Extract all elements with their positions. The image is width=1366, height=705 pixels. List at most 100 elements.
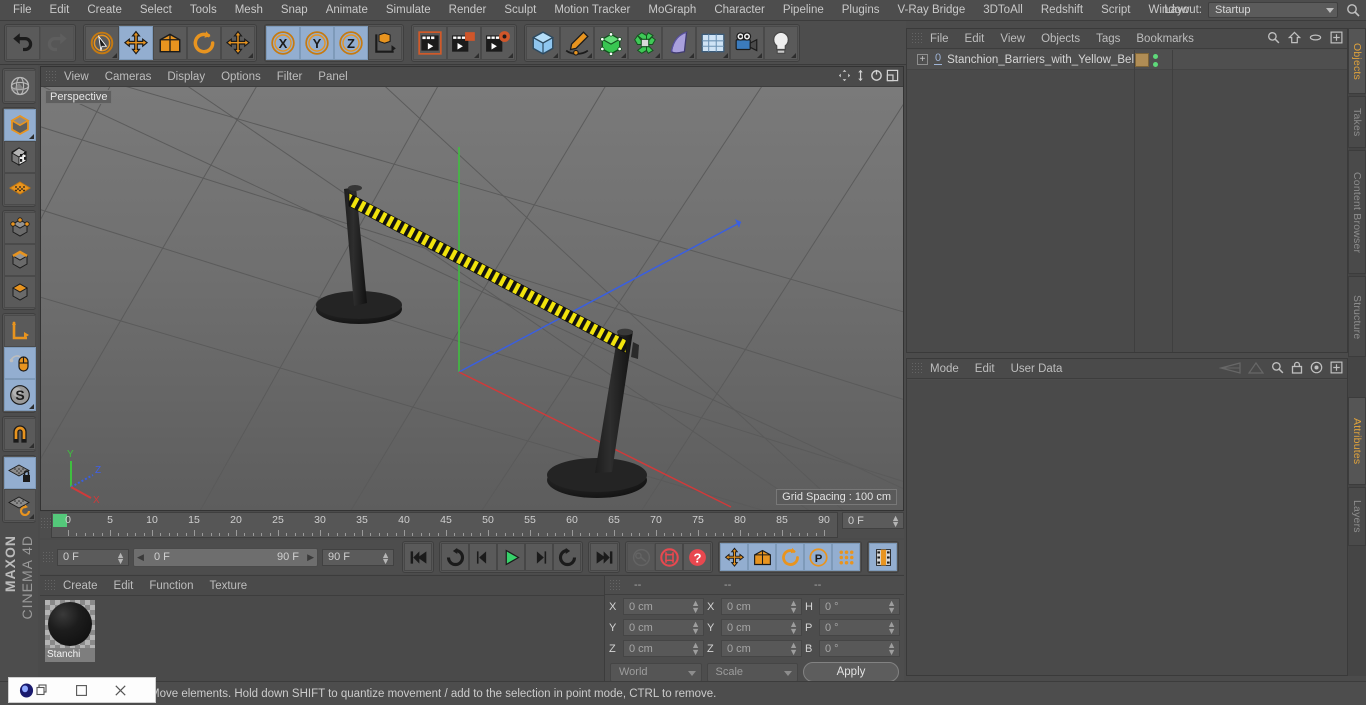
object-row[interactable]: + 0 Stanchion_Barriers_with_Yellow_Belt bbox=[907, 50, 1347, 70]
menu-sculpt[interactable]: Sculpt bbox=[495, 0, 545, 21]
attribute-body[interactable] bbox=[907, 380, 1347, 675]
world-object-axis-toggle[interactable] bbox=[368, 25, 402, 60]
more-options-corner-icon[interactable] bbox=[29, 404, 34, 409]
material-list[interactable]: Stanchi bbox=[40, 596, 604, 690]
coord-rotation-field-0[interactable]: 0 ° ▲ ▼ bbox=[819, 598, 900, 615]
right-tab-structure[interactable]: Structure bbox=[1348, 276, 1366, 358]
model-mode-tool[interactable] bbox=[4, 109, 36, 141]
maximize-view-icon[interactable] bbox=[886, 69, 899, 82]
make-editable-tool[interactable] bbox=[4, 70, 36, 102]
move-axis-tool[interactable] bbox=[221, 25, 255, 60]
coord-size-field-2[interactable]: 0 cm ▲ ▼ bbox=[721, 640, 802, 657]
add-mograph-button[interactable] bbox=[628, 25, 662, 60]
enable-axis-tool[interactable] bbox=[4, 347, 36, 379]
target-icon[interactable] bbox=[1310, 361, 1323, 374]
panel-grip-icon[interactable] bbox=[40, 517, 51, 530]
menu-select[interactable]: Select bbox=[131, 0, 181, 21]
menu-mograph[interactable]: MoGraph bbox=[639, 0, 705, 21]
more-options-corner-icon[interactable] bbox=[587, 52, 592, 58]
panel-grip-icon[interactable] bbox=[609, 578, 620, 592]
add-generator-button[interactable] bbox=[594, 25, 628, 60]
key-rotation-button[interactable] bbox=[776, 543, 804, 571]
menu-character[interactable]: Character bbox=[705, 0, 774, 21]
go-to-end-button[interactable] bbox=[590, 543, 618, 571]
new-tab-icon[interactable] bbox=[1330, 31, 1343, 44]
render-region-button[interactable] bbox=[447, 25, 481, 60]
dolly-view-icon[interactable] bbox=[854, 69, 867, 82]
more-options-corner-icon[interactable] bbox=[508, 52, 513, 58]
coordinate-system-dropdown[interactable]: World bbox=[610, 662, 702, 682]
viewport-menu-view[interactable]: View bbox=[56, 67, 97, 87]
add-spline-button[interactable] bbox=[560, 25, 594, 60]
spinner-icon[interactable]: ▲ ▼ bbox=[116, 550, 125, 565]
object-menu-file[interactable]: File bbox=[922, 29, 957, 49]
object-menu-tags[interactable]: Tags bbox=[1088, 29, 1128, 49]
add-camera-button[interactable] bbox=[730, 25, 764, 60]
object-menu-view[interactable]: View bbox=[992, 29, 1033, 49]
object-name[interactable]: Stanchion_Barriers_with_Yellow_Belt bbox=[947, 54, 1137, 66]
coord-size-field-1[interactable]: 0 cm ▲ ▼ bbox=[721, 619, 802, 636]
menu-3dtoall[interactable]: 3DToAll bbox=[974, 0, 1032, 21]
coord-rotation-field-2[interactable]: 0 ° ▲ ▼ bbox=[819, 640, 900, 657]
menu-mesh[interactable]: Mesh bbox=[226, 0, 272, 21]
layout-dropdown[interactable]: Startup bbox=[1208, 2, 1338, 18]
spinner-icon[interactable]: ▲ ▼ bbox=[789, 620, 798, 636]
key-position-button[interactable] bbox=[720, 543, 748, 571]
overlay-window[interactable] bbox=[8, 677, 156, 703]
menu-snap[interactable]: Snap bbox=[272, 0, 317, 21]
new-tab-icon[interactable] bbox=[1330, 361, 1343, 374]
visibility-dots-icon[interactable] bbox=[1153, 53, 1158, 67]
viewport-menu-panel[interactable]: Panel bbox=[310, 67, 355, 87]
right-tab-takes[interactable]: Takes bbox=[1348, 96, 1366, 149]
timeline-current-frame-field[interactable]: 0 F ▲ ▼ bbox=[842, 512, 904, 529]
move-tool[interactable] bbox=[119, 25, 153, 60]
y-axis-lock[interactable]: Y bbox=[300, 25, 334, 60]
viewport-menu-options[interactable]: Options bbox=[213, 67, 269, 87]
preview-range-bar[interactable]: ◀ 0 F 90 F ▶ bbox=[133, 547, 318, 567]
menu-tools[interactable]: Tools bbox=[181, 0, 226, 21]
panel-grip-icon[interactable] bbox=[44, 579, 55, 592]
menu-script[interactable]: Script bbox=[1092, 0, 1139, 21]
menu-render[interactable]: Render bbox=[440, 0, 496, 21]
render-settings-button[interactable] bbox=[481, 25, 515, 60]
object-menu-bookmarks[interactable]: Bookmarks bbox=[1128, 29, 1202, 49]
orbit-view-icon[interactable] bbox=[870, 69, 883, 82]
menu-plugins[interactable]: Plugins bbox=[833, 0, 889, 21]
menu-motion-tracker[interactable]: Motion Tracker bbox=[545, 0, 639, 21]
menu-v-ray-bridge[interactable]: V-Ray Bridge bbox=[888, 0, 974, 21]
end-frame-field[interactable]: 90 F ▲ ▼ bbox=[322, 548, 394, 566]
render-view-button[interactable] bbox=[413, 25, 447, 60]
add-scene-object-button[interactable] bbox=[696, 25, 730, 60]
undo-button[interactable] bbox=[6, 25, 40, 60]
soft-selection-tool[interactable]: S bbox=[4, 379, 36, 411]
timeline-strip-button[interactable] bbox=[869, 543, 897, 571]
viewport-menu-filter[interactable]: Filter bbox=[269, 67, 311, 87]
z-axis-lock[interactable]: Z bbox=[334, 25, 368, 60]
menu-create[interactable]: Create bbox=[78, 0, 131, 21]
range-right-arrow-icon[interactable]: ▶ bbox=[307, 552, 314, 563]
more-options-corner-icon[interactable] bbox=[621, 52, 626, 58]
live-selection-tool[interactable] bbox=[85, 25, 119, 60]
right-tab-attributes[interactable]: Attributes bbox=[1348, 397, 1366, 486]
spinner-icon[interactable]: ▲ ▼ bbox=[691, 641, 700, 657]
right-tab-content-browser[interactable]: Content Browser bbox=[1348, 150, 1366, 275]
polygons-mode-tool[interactable] bbox=[4, 276, 36, 308]
lock-icon[interactable] bbox=[1291, 361, 1303, 374]
record-active-objects-button[interactable] bbox=[655, 543, 683, 571]
material-menu-function[interactable]: Function bbox=[141, 576, 201, 596]
spinner-icon[interactable]: ▲ ▼ bbox=[691, 620, 700, 636]
points-mode-tool[interactable] bbox=[4, 212, 36, 244]
timeline-ruler[interactable]: 0 5 10 15 20 25 30 35 40 45 50 55 60 65 70 75 80 85 90 bbox=[51, 512, 838, 538]
more-options-corner-icon[interactable] bbox=[29, 134, 34, 139]
object-tree[interactable]: + 0 Stanchion_Barriers_with_Yellow_Belt bbox=[907, 50, 1347, 352]
spinner-icon[interactable]: ▲ ▼ bbox=[887, 620, 896, 636]
more-options-corner-icon[interactable] bbox=[474, 52, 479, 58]
more-options-corner-icon[interactable] bbox=[29, 514, 34, 519]
texture-mode-tool[interactable] bbox=[4, 141, 36, 173]
step-back-button[interactable] bbox=[469, 543, 497, 571]
attribute-menu-user-data[interactable]: User Data bbox=[1003, 359, 1071, 379]
menu-simulate[interactable]: Simulate bbox=[377, 0, 440, 21]
panel-grip-icon[interactable] bbox=[911, 362, 922, 375]
right-tab-layers[interactable]: Layers bbox=[1348, 487, 1366, 547]
search-icon[interactable] bbox=[1346, 3, 1360, 17]
